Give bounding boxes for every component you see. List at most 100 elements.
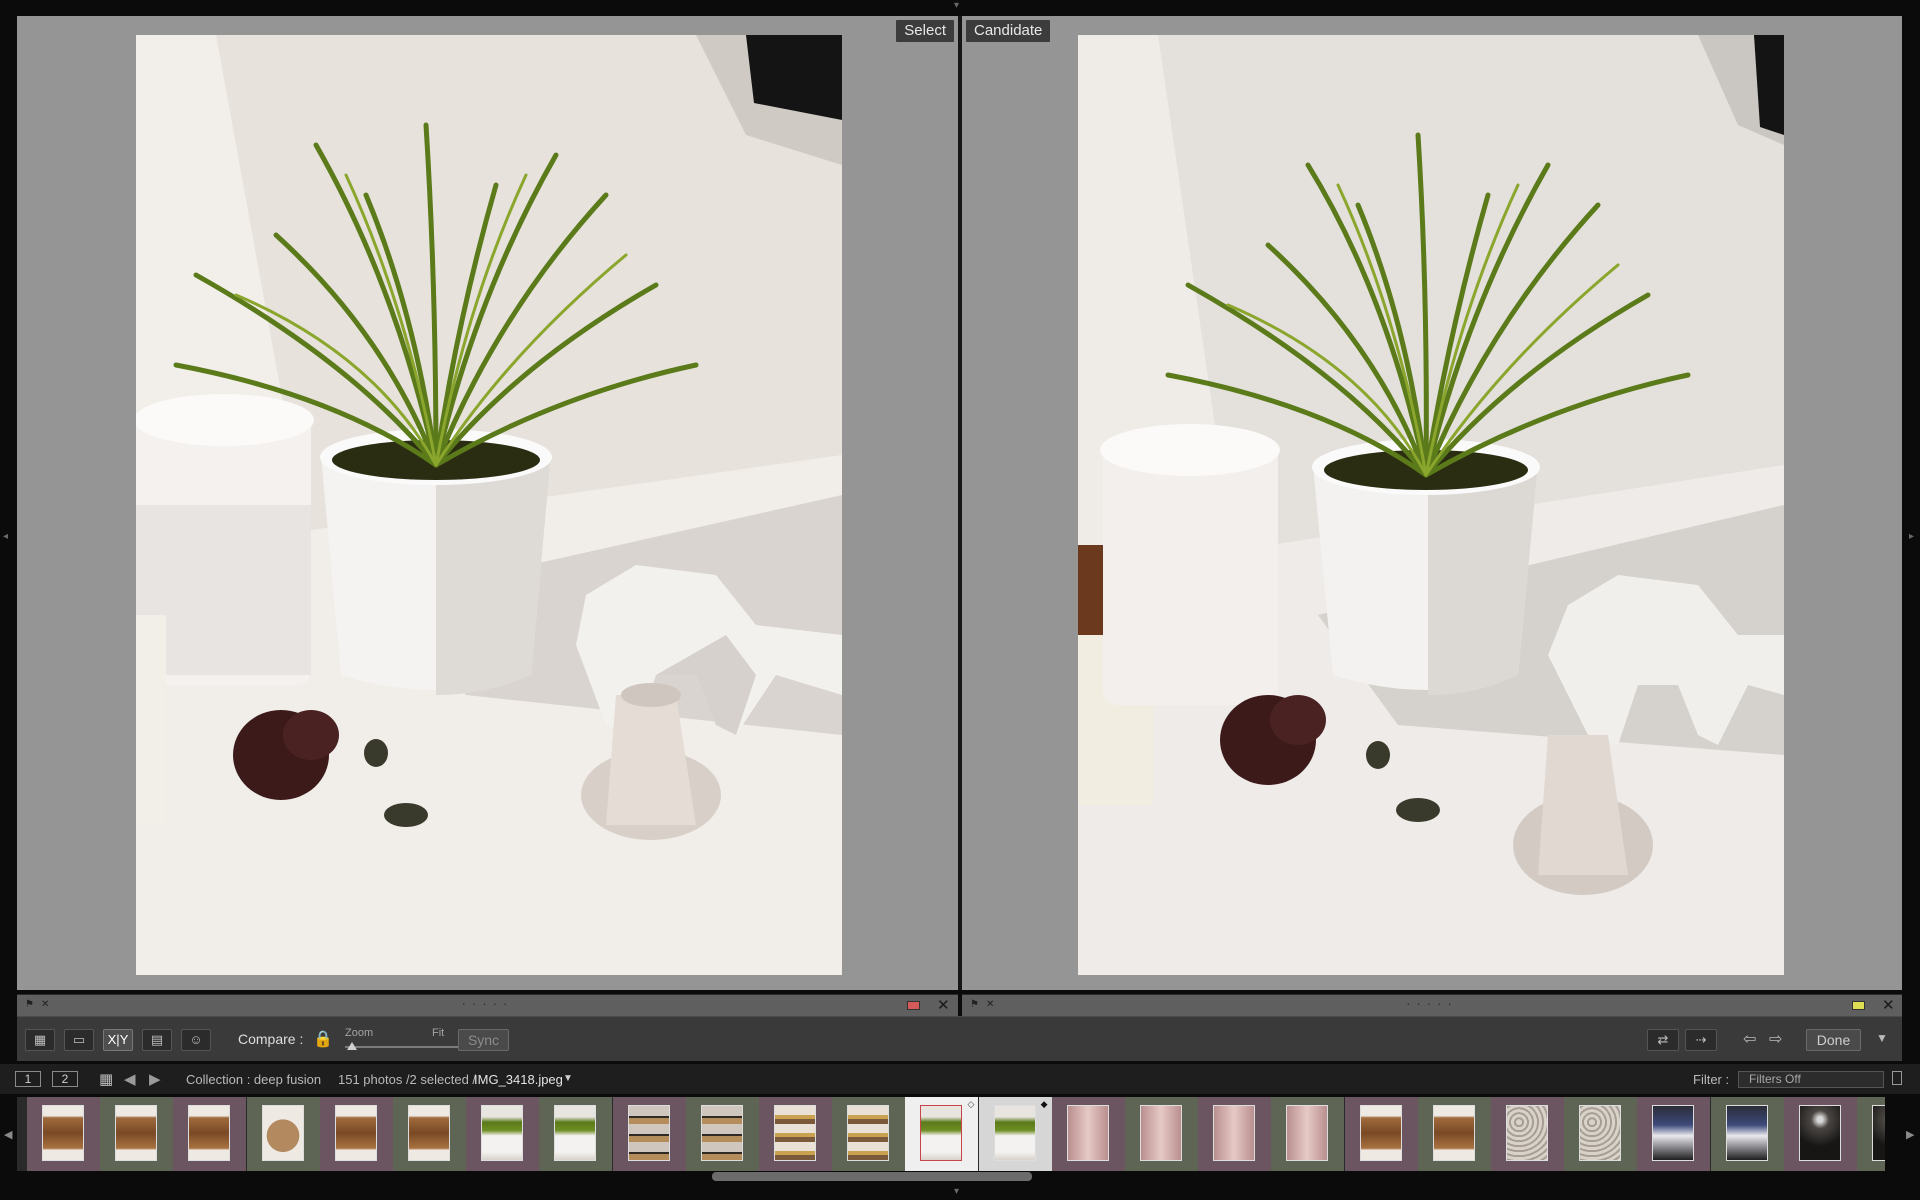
star-rating[interactable]: ····· [1406, 996, 1458, 1011]
filmstrip-thumbnail[interactable] [466, 1097, 540, 1171]
zoom-slider-handle[interactable] [347, 1042, 357, 1050]
star-rating[interactable]: ····· [462, 996, 514, 1011]
filter-label: Filter : [1693, 1072, 1730, 1087]
thumbnail-image [774, 1105, 816, 1161]
thumbnail-image [1286, 1105, 1329, 1161]
flag-pick-icon[interactable]: ⚑ [25, 1000, 35, 1010]
color-label-swatch[interactable] [907, 1001, 920, 1010]
thumbnail-image [42, 1105, 84, 1161]
select-marker-icon: ◇ [967, 1099, 975, 1109]
thumbnail-image [627, 1105, 670, 1161]
filmstrip-thumbnail[interactable] [612, 1097, 686, 1171]
sync-button[interactable]: Sync [458, 1029, 509, 1051]
filmstrip-thumbnail[interactable] [1637, 1097, 1711, 1171]
filmstrip-thumbnail[interactable] [27, 1097, 100, 1171]
fit-label: Fit [432, 1027, 445, 1039]
filmstrip-thumbnail[interactable] [100, 1097, 174, 1171]
compare-toolbar: ▦ ▭ X|Y ▤ ☺ Compare : 🔒 Zoom Fit Sync ⇄ … [17, 1016, 1902, 1061]
filter-lock-icon[interactable] [1892, 1071, 1902, 1085]
filmstrip-thumbnail[interactable] [1491, 1097, 1564, 1171]
thumbnail-image [1140, 1105, 1182, 1161]
flag-pick-icon[interactable]: ⚑ [970, 1000, 980, 1010]
people-view-icon[interactable]: ☺ [181, 1029, 211, 1051]
thumbnail-image [700, 1105, 743, 1161]
collection-name[interactable]: Collection : deep fusion [186, 1072, 321, 1087]
filmstrip-thumbnail[interactable] [1271, 1097, 1345, 1171]
candidate-info-strip: ⚑ ✕ ····· ✕ [962, 994, 1902, 1016]
filmstrip-thumbnail[interactable] [1564, 1097, 1638, 1171]
select-info-strip: ⚑ ✕ ····· ✕ [17, 994, 958, 1016]
zoom-slider[interactable] [345, 1046, 463, 1048]
photo-count: 151 photos /2 selected / [338, 1072, 477, 1087]
filmstrip-right-arrow-icon[interactable]: ▶ [1906, 1128, 1914, 1141]
compare-label: Compare : [238, 1031, 304, 1047]
filmstrip-thumbnail[interactable] [1344, 1097, 1418, 1171]
filmstrip-thumbnail[interactable]: ◆ [978, 1097, 1052, 1171]
filmstrip-thumbnail[interactable] [832, 1097, 906, 1171]
grid-view-icon[interactable]: ▦ [25, 1029, 55, 1051]
previous-arrow-icon[interactable]: ⇦ [1743, 1029, 1756, 1049]
bottom-panel-toggle-icon[interactable]: ▾ [954, 1186, 959, 1197]
filmstrip-thumbnail[interactable] [759, 1097, 832, 1171]
filmstrip-thumbnail[interactable] [539, 1097, 613, 1171]
select-panel[interactable]: Select [17, 16, 958, 990]
secondary-window-button[interactable]: 2 [52, 1071, 78, 1087]
filmstrip-left-arrow-icon[interactable]: ◀ [4, 1128, 12, 1141]
right-panel-toggle-icon[interactable]: ▸ [1909, 531, 1914, 542]
grid-icon[interactable]: ▦ [99, 1070, 113, 1088]
filmstrip-thumbnail[interactable] [1710, 1097, 1784, 1171]
close-select-button[interactable]: ✕ [937, 997, 950, 1014]
filmstrip-thumbnail[interactable] [319, 1097, 393, 1171]
candidate-label: Candidate [966, 20, 1051, 42]
next-arrow-icon[interactable]: ⇨ [1769, 1029, 1782, 1049]
filmstrip-thumbnail[interactable] [1857, 1097, 1885, 1171]
close-candidate-button[interactable]: ✕ [1882, 997, 1895, 1014]
flag-reject-icon[interactable]: ✕ [986, 1000, 996, 1010]
compare-view-button[interactable]: X|Y [103, 1029, 133, 1051]
filmstrip-thumbnail[interactable] [1783, 1097, 1857, 1171]
done-button[interactable]: Done [1806, 1029, 1861, 1051]
filmstrip[interactable]: ◇ ◆ [17, 1097, 1885, 1171]
forward-arrow-icon[interactable]: ▶ [149, 1070, 161, 1088]
thumbnail-image [1066, 1105, 1109, 1161]
survey-view-icon[interactable]: ▤ [142, 1029, 172, 1051]
filmstrip-thumbnail[interactable] [246, 1097, 320, 1171]
flag-reject-icon[interactable]: ✕ [41, 1000, 51, 1010]
thumbnail-image [847, 1105, 890, 1161]
thumbnail-image [188, 1105, 231, 1161]
thumbnail-image [1725, 1105, 1768, 1161]
zoom-label: Zoom [345, 1027, 374, 1039]
top-panel-toggle-icon[interactable]: ▾ [954, 0, 959, 11]
filmstrip-thumbnail[interactable] [173, 1097, 247, 1171]
filename-dropdown-icon[interactable]: ▼ [563, 1073, 573, 1084]
make-select-icon[interactable]: ⇢ [1685, 1029, 1717, 1051]
thumbnail-image [554, 1105, 597, 1161]
loupe-view-icon[interactable]: ▭ [64, 1029, 94, 1051]
thumbnail-image [408, 1105, 450, 1161]
primary-window-button[interactable]: 1 [15, 1071, 41, 1087]
filmstrip-thumbnail[interactable] [1198, 1097, 1272, 1171]
left-panel-toggle-icon[interactable]: ◂ [3, 531, 8, 542]
select-label: Select [896, 20, 954, 42]
back-arrow-icon[interactable]: ◀ [124, 1070, 136, 1088]
filter-dropdown[interactable]: Filters Off [1738, 1071, 1884, 1088]
thumbnail-image [1432, 1105, 1475, 1161]
toolbar-menu-chevron-icon[interactable]: ▼ [1876, 1031, 1888, 1045]
candidate-panel[interactable]: Candidate [962, 16, 1902, 990]
lock-icon[interactable]: 🔒 [313, 1029, 333, 1049]
thumbnail-image [1506, 1105, 1548, 1161]
thumbnail-image [1652, 1105, 1695, 1161]
swap-icon[interactable]: ⇄ [1647, 1029, 1679, 1051]
filmstrip-thumbnail[interactable] [1125, 1097, 1198, 1171]
current-filename[interactable]: IMG_3418.jpeg [474, 1072, 563, 1087]
thumbnail-image [115, 1105, 158, 1161]
filmstrip-thumbnail[interactable] [685, 1097, 759, 1171]
filmstrip-scrollbar[interactable] [712, 1172, 1032, 1181]
candidate-photo[interactable] [1078, 35, 1784, 975]
select-photo[interactable] [136, 35, 842, 975]
filmstrip-thumbnail[interactable] [1051, 1097, 1125, 1171]
filmstrip-thumbnail[interactable]: ◇ [905, 1097, 979, 1171]
color-label-swatch[interactable] [1852, 1001, 1865, 1010]
filmstrip-thumbnail[interactable] [393, 1097, 466, 1171]
filmstrip-thumbnail[interactable] [1417, 1097, 1491, 1171]
